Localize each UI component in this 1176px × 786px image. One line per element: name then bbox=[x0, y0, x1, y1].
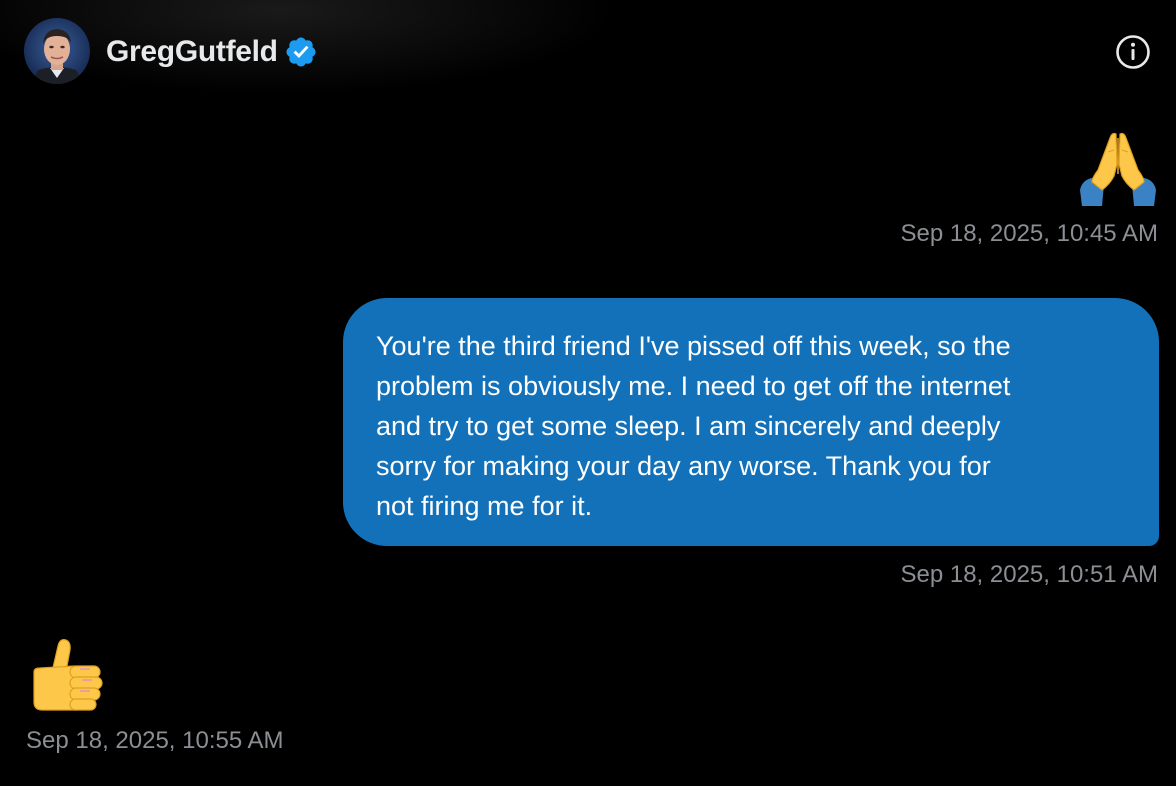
message-line: sorry for making your day any worse. Tha… bbox=[376, 451, 991, 481]
message-timestamp: Sep 18, 2025, 10:51 AM bbox=[900, 561, 1158, 588]
contact-name-row: GregGutfeld bbox=[106, 30, 318, 74]
avatar[interactable] bbox=[24, 18, 90, 84]
info-button[interactable] bbox=[1114, 33, 1152, 71]
contact-name[interactable]: GregGutfeld bbox=[106, 35, 278, 69]
message-emoji-folded-hands[interactable] bbox=[1078, 128, 1158, 208]
verified-badge-icon bbox=[284, 35, 318, 69]
message-line: and try to get some sleep. I am sincerel… bbox=[376, 411, 1001, 441]
message-timestamp: Sep 18, 2025, 10:55 AM bbox=[26, 727, 284, 754]
message-line: not firing me for it. bbox=[376, 491, 593, 521]
thumbs-up-icon bbox=[33, 639, 103, 711]
message-emoji-thumbs-up[interactable] bbox=[30, 636, 106, 714]
folded-hands-icon bbox=[1080, 132, 1156, 206]
avatar-photo bbox=[24, 18, 90, 84]
dm-conversation: GregGutfeld Sep 18, 2025, 10:45 AM You'r… bbox=[0, 0, 1176, 786]
message-line: problem is obviously me. I need to get o… bbox=[376, 371, 1011, 401]
message-timestamp: Sep 18, 2025, 10:45 AM bbox=[900, 220, 1158, 247]
conversation-header: GregGutfeld bbox=[0, 0, 1176, 104]
info-circle-icon bbox=[1116, 35, 1150, 69]
message-line: You're the third friend I've pissed off … bbox=[376, 331, 1011, 361]
message-bubble-sent[interactable]: You're the third friend I've pissed off … bbox=[343, 298, 1159, 546]
